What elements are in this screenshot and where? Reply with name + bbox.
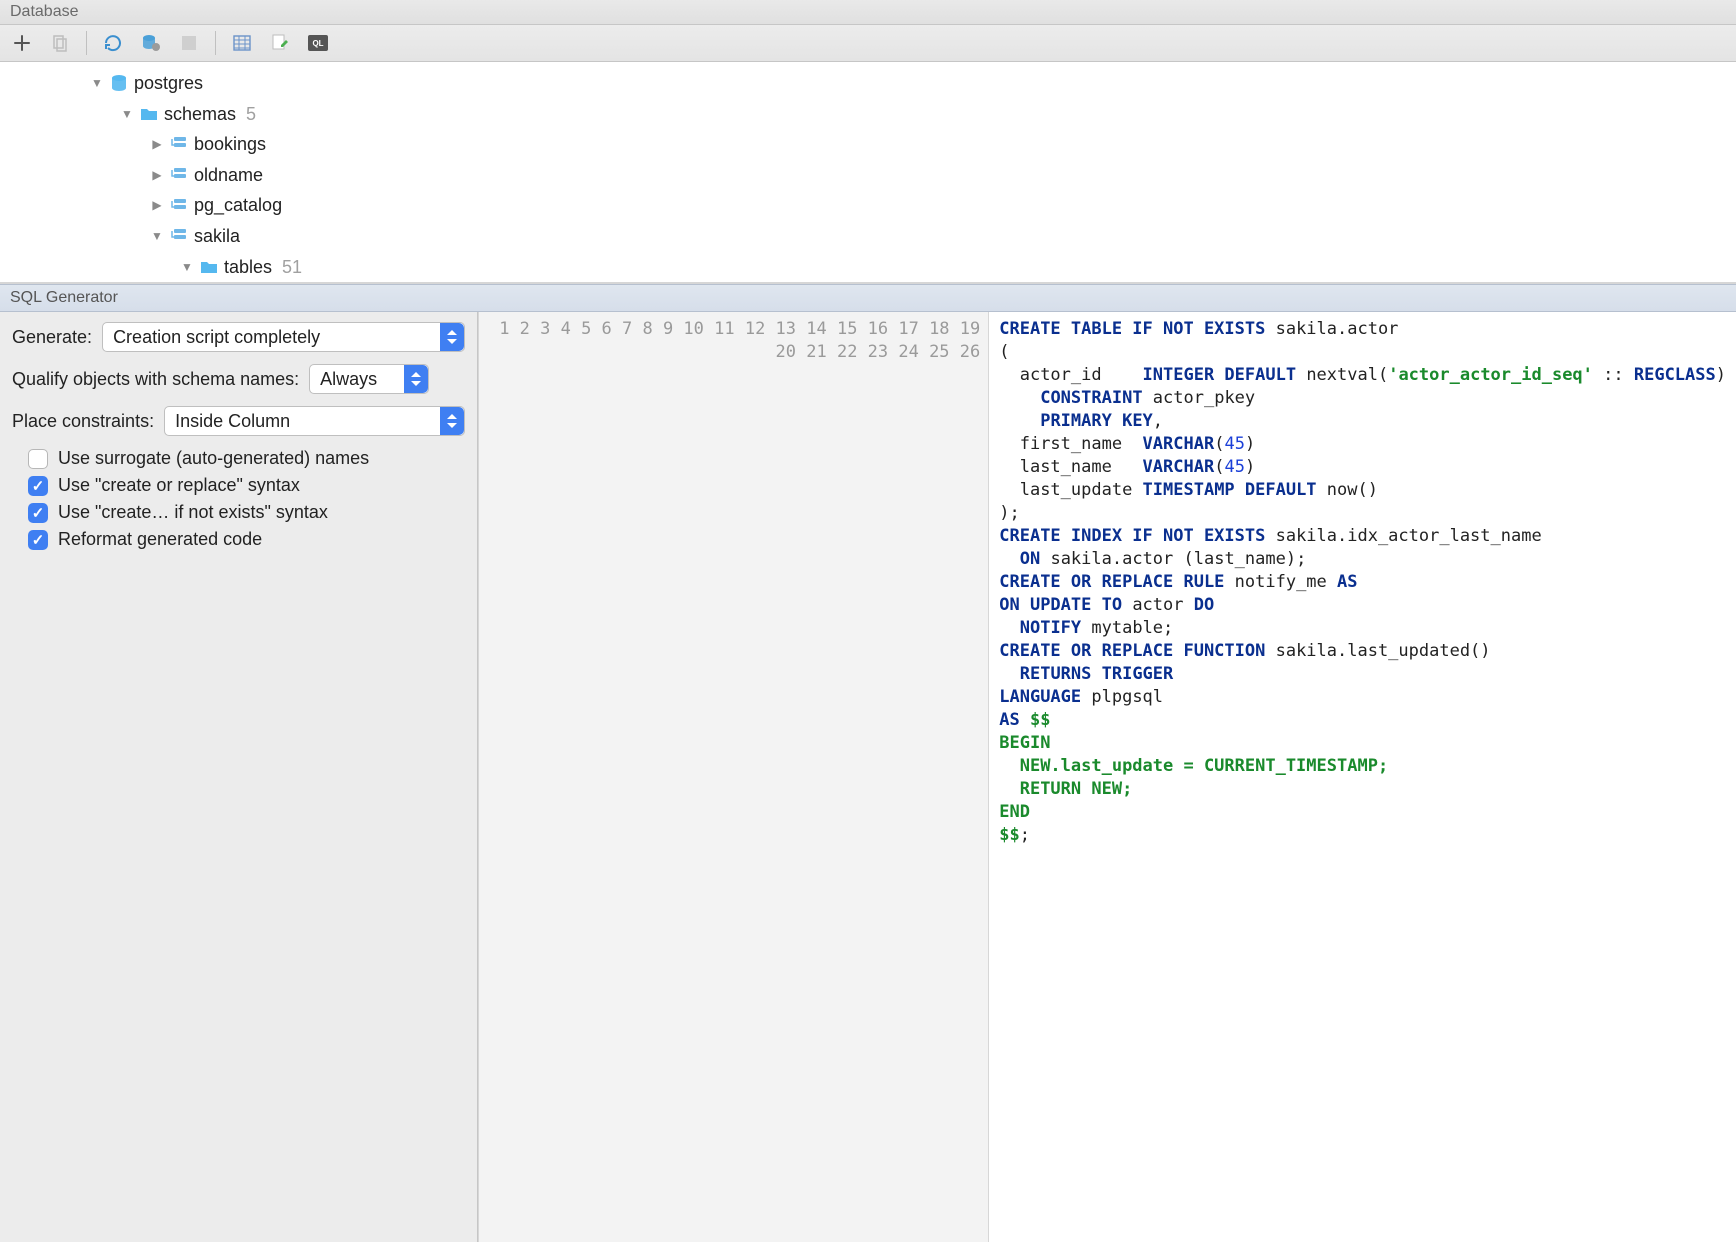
options-panel: Generate: Creation script completely Qua… (0, 312, 478, 1242)
stop-icon (177, 31, 201, 55)
schema-icon (170, 136, 188, 152)
tree-label: oldname (194, 160, 263, 191)
datasource-properties-icon[interactable] (139, 31, 163, 55)
tree-node-schema[interactable]: ▶ oldname (0, 160, 1736, 191)
folder-icon (140, 106, 158, 122)
schema-icon (170, 228, 188, 244)
tree-label: tables (224, 252, 272, 283)
checkbox-label: Use "create… if not exists" syntax (58, 502, 328, 523)
toolbar: QL (0, 25, 1736, 62)
select-value: Inside Column (175, 411, 290, 432)
tree-label: actor (254, 282, 294, 284)
checkbox-label: Use surrogate (auto-generated) names (58, 448, 369, 469)
constraints-label: Place constraints: (12, 411, 154, 432)
item-count: 5 (246, 99, 256, 130)
stepper-icon (440, 323, 464, 351)
tree-node-schema[interactable]: ▶ bookings (0, 129, 1736, 160)
schema-icon (170, 198, 188, 214)
checkbox-row[interactable]: ✓ Use "create or replace" syntax (12, 475, 465, 496)
qualify-label: Qualify objects with schema names: (12, 369, 299, 390)
sql-console-icon[interactable]: QL (306, 31, 330, 55)
copy-icon[interactable] (48, 31, 72, 55)
chevron-right-icon: ▶ (150, 195, 164, 215)
code-editor[interactable]: 1 2 3 4 5 6 7 8 9 10 11 12 13 14 15 16 1… (478, 312, 1736, 1242)
tree-label: pg_catalog (194, 190, 282, 221)
database-icon (110, 74, 128, 92)
stepper-icon (404, 365, 428, 393)
stepper-icon (440, 407, 464, 435)
select-value: Creation script completely (113, 327, 320, 348)
tree-label: sakila (194, 221, 240, 252)
code-content[interactable]: CREATE TABLE IF NOT EXISTS sakila.actor(… (989, 312, 1736, 1242)
checkbox[interactable]: ✓ (28, 530, 48, 550)
add-icon[interactable] (10, 31, 34, 55)
chevron-right-icon: ▶ (150, 134, 164, 154)
panel-title-bar: SQL Generator (0, 284, 1736, 312)
chevron-down-icon: ▼ (150, 226, 164, 246)
separator (86, 31, 87, 55)
checkbox[interactable] (28, 449, 48, 469)
svg-text:QL: QL (312, 39, 323, 48)
generate-label: Generate: (12, 327, 92, 348)
tree-node-schema[interactable]: ▶ pg_catalog (0, 190, 1736, 221)
qualify-select[interactable]: Always (309, 364, 429, 394)
generate-select[interactable]: Creation script completely (102, 322, 465, 352)
tree-label: schemas (164, 99, 236, 130)
tree-node-schema[interactable]: ▼ sakila (0, 221, 1736, 252)
panel-title: SQL Generator (10, 289, 118, 306)
constraints-select[interactable]: Inside Column (164, 406, 465, 436)
chevron-down-icon: ▼ (120, 104, 134, 124)
window-title: Database (10, 3, 79, 20)
chevron-down-icon: ▼ (180, 257, 194, 277)
schema-icon (170, 167, 188, 183)
chevron-right-icon: ▶ (150, 165, 164, 185)
folder-icon (200, 259, 218, 275)
refresh-icon[interactable] (101, 31, 125, 55)
separator (215, 31, 216, 55)
checkbox[interactable]: ✓ (28, 503, 48, 523)
checkbox-row[interactable]: ✓ Reformat generated code (12, 529, 465, 550)
database-tree[interactable]: ▼ postgres ▼ schemas 5 ▶ bookings ▶ oldname… (0, 62, 1736, 284)
tree-label: postgres (134, 68, 203, 99)
tree-node-database[interactable]: ▼ postgres (0, 68, 1736, 99)
chevron-down-icon: ▼ (90, 73, 104, 93)
edit-file-icon[interactable] (268, 31, 292, 55)
item-count: 51 (282, 252, 302, 283)
tree-node-schemas[interactable]: ▼ schemas 5 (0, 99, 1736, 130)
checkbox[interactable]: ✓ (28, 476, 48, 496)
line-number-gutter: 1 2 3 4 5 6 7 8 9 10 11 12 13 14 15 16 1… (478, 312, 989, 1242)
tree-node-tables[interactable]: ▼ tables 51 (0, 252, 1736, 283)
checkbox-label: Reformat generated code (58, 529, 262, 550)
checkbox-row[interactable]: ✓ Use "create… if not exists" syntax (12, 502, 465, 523)
checkbox-label: Use "create or replace" syntax (58, 475, 300, 496)
select-value: Always (320, 369, 377, 390)
checkbox-row[interactable]: Use surrogate (auto-generated) names (12, 448, 465, 469)
table-view-icon[interactable] (230, 31, 254, 55)
tree-label: bookings (194, 129, 266, 160)
title-bar: Database (0, 0, 1736, 25)
